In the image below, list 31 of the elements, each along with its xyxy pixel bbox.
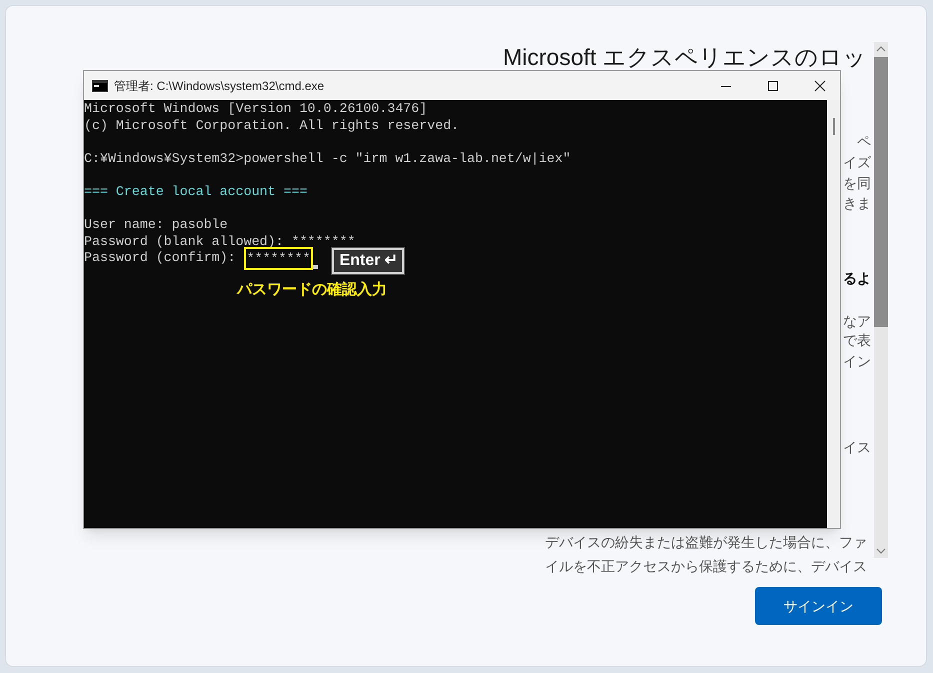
text-fragment: イス	[843, 438, 871, 457]
cursor	[313, 264, 318, 269]
console-line: Microsoft Windows [Version 10.0.26100.3476]	[84, 101, 428, 118]
text-fragment: きま	[843, 194, 871, 213]
console-icon	[92, 80, 108, 92]
scrollbar-thumb[interactable]	[832, 118, 834, 135]
text-fragment: なア	[843, 312, 871, 331]
text-fragment: イン	[843, 352, 871, 371]
maximize-icon[interactable]	[767, 80, 779, 92]
enter-key: Enter ↵	[332, 248, 404, 274]
scroll-up-icon[interactable]	[876, 45, 886, 53]
text-fragment: で表	[843, 331, 871, 350]
console-heading: === Create local account ===	[84, 184, 308, 201]
sign-in-button[interactable]: サインイン	[755, 587, 882, 625]
text-fragment: イズ	[843, 153, 871, 172]
window-title: 管理者: C:\Windows\system32\cmd.exe	[114, 78, 324, 94]
text-fragment: るよ	[843, 269, 871, 288]
console-line: User name: pasoble	[84, 217, 228, 234]
console-line: C:¥Windows¥System32>powershell -c "irm w1.zawa-lab.net/w|iex"	[84, 150, 571, 168]
text-fragment: ペ	[857, 132, 871, 151]
page-heading: Microsoft エクスペリエンスのロッ	[503, 43, 868, 71]
paragraph-line: イルを不正アクセスから保護するために、デバイス	[545, 557, 867, 576]
close-icon[interactable]	[814, 80, 826, 92]
paragraph-line: デバイスの紛失または盗難が発生した場合に、ファ	[545, 533, 867, 552]
console-line: (c) Microsoft Corporation. All rights reserved.	[84, 118, 460, 134]
scrollbar-thumb[interactable]	[874, 57, 888, 327]
annotation-caption: パスワードの確認入力	[237, 280, 387, 298]
text-fragment: を同	[843, 174, 871, 193]
console-prompt: Password (confirm):	[84, 250, 236, 267]
scroll-down-icon[interactable]	[876, 547, 886, 555]
scrollbar[interactable]	[874, 42, 888, 558]
